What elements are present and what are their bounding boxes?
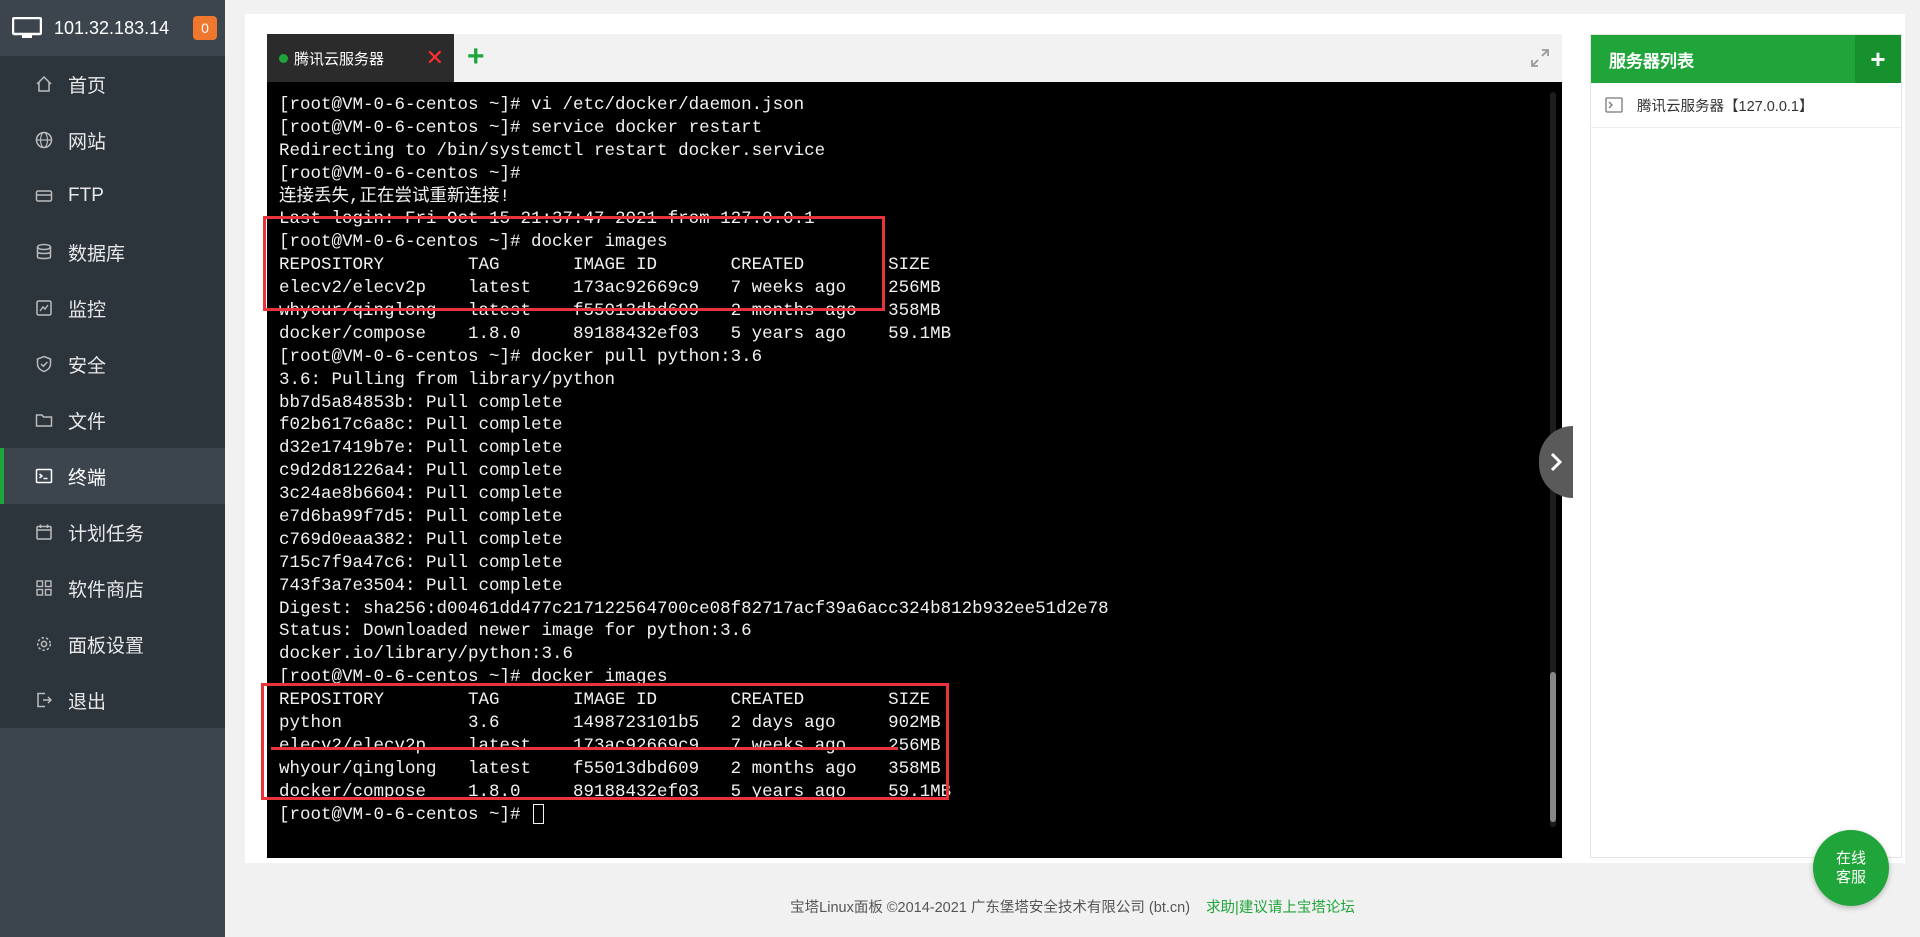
sidebar-item-label: 计划任务 [68, 523, 145, 545]
calendar-icon [34, 522, 54, 542]
annotation-box-second-images [261, 683, 949, 800]
server-list-header: 服务器列表 + [1591, 35, 1901, 83]
footer-copyright: 宝塔Linux面板 ©2014-2021 广东堡塔安全技术有限公司 (bt.cn… [790, 900, 1191, 916]
online-support-button[interactable]: 在线 客服 [1813, 830, 1889, 906]
sidebar-item-monitor[interactable]: 监控 [0, 280, 225, 336]
server-list-item-label: 腾讯云服务器【127.0.0.1】 [1637, 98, 1814, 115]
support-label-line2: 客服 [1835, 869, 1866, 886]
sidebar-item-label: 网站 [68, 131, 107, 153]
terminal-icon [34, 466, 54, 486]
annotation-underline-python [271, 747, 898, 750]
fullscreen-icon[interactable] [1530, 48, 1550, 68]
terminal-line: 3c24ae8b6604: Pull complete [279, 484, 563, 505]
terminal-cursor [533, 803, 545, 824]
logout-icon [34, 690, 54, 710]
support-label-line1: 在线 [1835, 850, 1866, 867]
sidebar-item-logout[interactable]: 退出 [0, 672, 225, 728]
sidebar-item-database[interactable]: 数据库 [0, 224, 225, 280]
sidebar-item-label: FTP [68, 185, 104, 206]
folder-icon [34, 410, 54, 430]
terminal-tab[interactable]: 腾讯云服务器 ✕ [267, 34, 454, 82]
terminal-tab-label: 腾讯云服务器 [294, 50, 385, 68]
sidebar-nav: 首页 网站 FTP 数据库 监控 安全 文件 终端 计划任务 软件商店 面板设置… [0, 56, 225, 728]
database-icon [34, 242, 54, 262]
terminal-line: d32e17419b7e: Pull complete [279, 438, 563, 459]
terminal-line: [root@VM-0-6-centos ~]# [279, 803, 1550, 827]
home-icon [34, 74, 54, 94]
terminal-line: 连接丢失,正在尝试重新连接! [279, 186, 511, 207]
terminal-tabbar: 腾讯云服务器 ✕ + [267, 34, 1562, 82]
sidebar-header: 101.32.183.14 0 [0, 0, 225, 56]
terminal-line: c769d0eaa382: Pull complete [279, 529, 563, 550]
ftp-icon [34, 186, 54, 206]
footer: 宝塔Linux面板 ©2014-2021 广东堡塔安全技术有限公司 (bt.cn… [225, 896, 1920, 917]
terminal-line: [root@VM-0-6-centos ~]# service docker r… [279, 117, 763, 138]
terminal-line: [root@VM-0-6-centos ~]# [279, 163, 521, 184]
add-server-button[interactable]: + [1855, 35, 1901, 83]
main-content: 腾讯云服务器 ✕ + [root@VM-0-6-centos ~]# vi /e… [225, 0, 1920, 937]
server-list-item[interactable]: 腾讯云服务器【127.0.0.1】 [1591, 83, 1901, 128]
sidebar-item-security[interactable]: 安全 [0, 336, 225, 392]
terminal-line: bb7d5a84853b: Pull complete [279, 392, 563, 413]
sidebar-item-home[interactable]: 首页 [0, 56, 225, 112]
notification-badge[interactable]: 0 [193, 16, 217, 40]
sidebar-item-website[interactable]: 网站 [0, 112, 225, 168]
terminal-panel: 腾讯云服务器 ✕ + [root@VM-0-6-centos ~]# vi /e… [245, 14, 1905, 863]
globe-icon [34, 130, 54, 150]
server-monitor-icon [12, 17, 42, 38]
sidebar-item-ftp[interactable]: FTP [0, 168, 225, 224]
sidebar-item-label: 面板设置 [68, 635, 145, 657]
add-tab-button[interactable]: + [467, 40, 485, 74]
terminal-line: Redirecting to /bin/systemctl restart do… [279, 140, 826, 161]
close-icon[interactable]: ✕ [426, 47, 444, 69]
terminal-line: f02b617c6a8c: Pull complete [279, 415, 563, 436]
gear-icon [34, 634, 54, 654]
terminal-line: Digest: sha256:d00461dd477c217122564700c… [279, 598, 1109, 619]
sidebar-item-label: 监控 [68, 299, 107, 321]
sidebar-item-label: 数据库 [68, 243, 126, 265]
terminal-scrollbar-thumb[interactable] [1550, 672, 1556, 822]
terminal-icon [1605, 97, 1623, 113]
sidebar-item-label: 文件 [68, 411, 107, 433]
terminal-line: docker/compose 1.8.0 89188432ef03 5 year… [279, 323, 952, 344]
sidebar-item-label: 安全 [68, 355, 107, 377]
server-ip: 101.32.183.14 [54, 17, 170, 38]
status-dot-icon [279, 53, 288, 63]
terminal-line: [root@VM-0-6-centos ~]# vi /etc/docker/d… [279, 95, 805, 115]
grid-icon [34, 578, 54, 598]
sidebar-item-store[interactable]: 软件商店 [0, 560, 225, 616]
terminal-line: e7d6ba99f7d5: Pull complete [279, 507, 563, 528]
sidebar-item-label: 软件商店 [68, 579, 145, 601]
sidebar-item-label: 终端 [68, 467, 107, 489]
terminal-line: 743f3a7e3504: Pull complete [279, 575, 563, 596]
sidebar-item-label: 退出 [68, 691, 107, 713]
terminal-container: 腾讯云服务器 ✕ + [root@VM-0-6-centos ~]# vi /e… [261, 34, 1562, 858]
terminal-line: 715c7f9a47c6: Pull complete [279, 552, 563, 573]
sidebar-item-label: 首页 [68, 75, 107, 97]
annotation-box-first-images [263, 216, 885, 311]
chevron-right-icon [1550, 452, 1563, 472]
shield-icon [34, 354, 54, 374]
sidebar-item-terminal[interactable]: 终端 [0, 448, 225, 504]
sidebar-item-cron[interactable]: 计划任务 [0, 504, 225, 560]
sidebar-item-files[interactable]: 文件 [0, 392, 225, 448]
terminal-line: [root@VM-0-6-centos ~]# docker pull pyth… [279, 346, 763, 367]
terminal-line: c9d2d81226a4: Pull complete [279, 461, 563, 482]
terminal-line: docker.io/library/python:3.6 [279, 644, 574, 665]
terminal-line: Status: Downloaded newer image for pytho… [279, 621, 752, 642]
sidebar: 101.32.183.14 0 首页 网站 FTP 数据库 监控 安全 文件 终… [0, 0, 225, 937]
footer-forum-link[interactable]: 求助|建议请上宝塔论坛 [1206, 900, 1355, 916]
monitor-chart-icon [34, 298, 54, 318]
terminal-line: 3.6: Pulling from library/python [279, 369, 616, 390]
sidebar-item-settings[interactable]: 面板设置 [0, 616, 225, 672]
server-list-panel: 服务器列表 + 腾讯云服务器【127.0.0.1】 [1590, 34, 1902, 858]
server-list-title: 服务器列表 [1609, 51, 1694, 71]
